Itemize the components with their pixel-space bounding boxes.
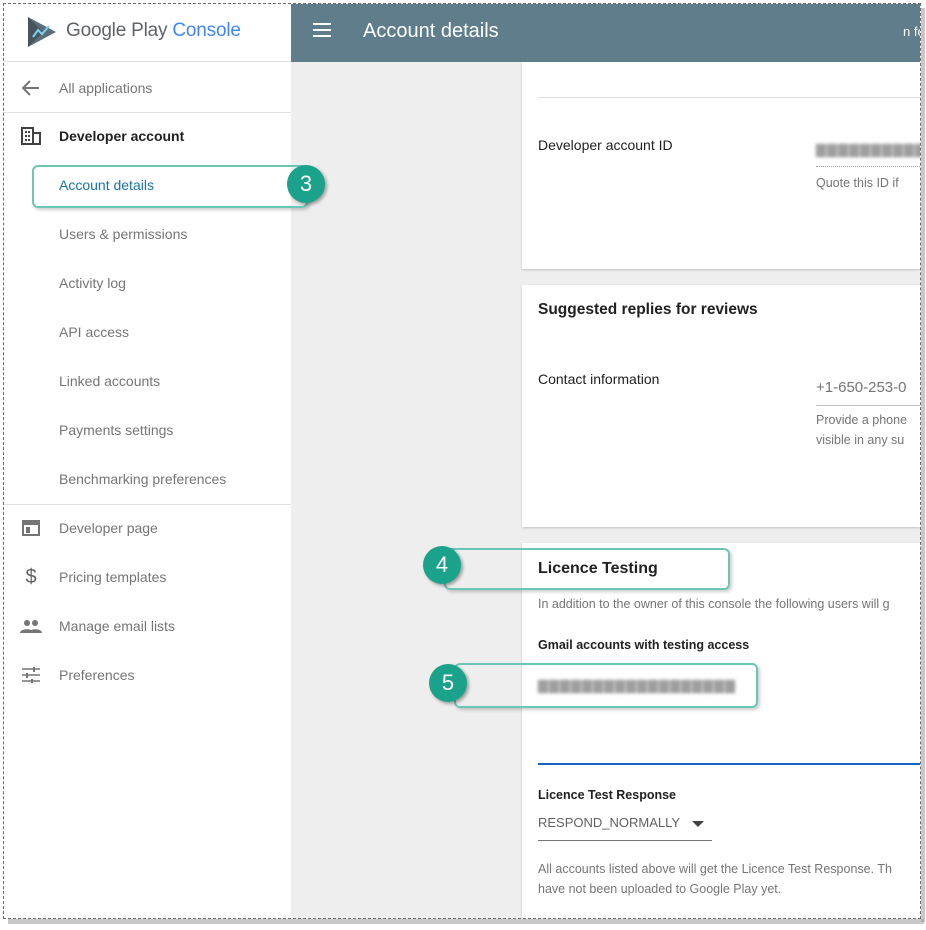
contact-phone-input[interactable]: +1-650-253-0 <box>816 379 906 396</box>
frame-shadow <box>8 919 924 924</box>
divider <box>538 97 920 98</box>
sidebar: Google Play Console All applications Dev… <box>4 4 291 918</box>
developer-account-id-label: Developer account ID <box>538 137 673 153</box>
suggested-replies-title: Suggested replies for reviews <box>538 301 758 318</box>
sidebar-section-label: Developer account <box>59 128 185 144</box>
licence-test-response-label: Licence Test Response <box>538 788 677 802</box>
licence-test-response-value: RESPOND_NORMALLY <box>538 815 681 830</box>
gmail-accounts-label: Gmail accounts with testing access <box>538 638 750 652</box>
sidebar-item-benchmarking-preferences[interactable]: Benchmarking preferences <box>4 455 291 503</box>
people-icon <box>20 615 42 637</box>
licence-test-response-help-line2: have not been uploaded to Google Play ye… <box>538 882 782 896</box>
sidebar-section-developer-account[interactable]: Developer account <box>4 112 291 160</box>
suggested-replies-card: Suggested replies for reviews Contact in… <box>522 285 920 527</box>
sidebar-item-preferences[interactable]: Preferences <box>4 651 291 699</box>
annotation-callout-3 <box>32 165 308 208</box>
contact-phone-help-line1: Provide a phone <box>816 413 908 427</box>
sidebar-item-label: Benchmarking preferences <box>59 471 227 487</box>
sidebar-item-manage-email-lists[interactable]: Manage email lists <box>4 602 291 650</box>
sidebar-item-pricing-templates[interactable]: $ Pricing templates <box>4 553 291 601</box>
main-content: Developer account ID ▇▇▇▇▇▇▇▇▇▇▇ Quote t… <box>291 62 920 918</box>
tune-icon <box>20 664 42 686</box>
logo-text: Google Play Console <box>66 20 241 42</box>
sidebar-item-label: Payments settings <box>59 422 174 438</box>
sidebar-item-label: Pricing templates <box>59 569 167 585</box>
account-fragment-text: n fo <box>903 24 920 39</box>
logo-name: Google Play <box>66 20 168 41</box>
building-icon <box>20 125 42 147</box>
annotation-badge-4: 4 <box>423 546 461 584</box>
dollar-icon: $ <box>25 565 37 588</box>
menu-icon[interactable] <box>313 23 335 43</box>
licence-test-response-help-line1: All accounts listed above will get the L… <box>538 862 892 876</box>
sidebar-item-label: All applications <box>59 80 153 96</box>
annotation-badge-3: 3 <box>287 165 325 203</box>
logo[interactable]: Google Play Console <box>4 4 291 62</box>
sidebar-item-activity-log[interactable]: Activity log <box>4 259 291 307</box>
annotation-badge-5: 5 <box>429 664 467 702</box>
sidebar-item-label: Linked accounts <box>59 373 161 389</box>
sidebar-item-label: Developer page <box>59 520 158 536</box>
licence-testing-description: In addition to the owner of this console… <box>538 597 890 611</box>
id-underline <box>816 166 920 167</box>
sidebar-item-api-access[interactable]: API access <box>4 308 291 356</box>
developer-account-id-help: Quote this ID if <box>816 176 899 190</box>
licence-testing-card: Licence Testing In addition to the owner… <box>522 543 920 918</box>
play-console-logo-icon <box>28 17 56 47</box>
annotation-callout-4 <box>444 548 730 590</box>
developer-account-id-value: ▇▇▇▇▇▇▇▇▇▇▇ <box>816 142 920 157</box>
sidebar-item-label: Activity log <box>59 275 126 291</box>
sidebar-item-payments-settings[interactable]: Payments settings <box>4 406 291 454</box>
page-title: Account details <box>363 20 499 42</box>
web-page-icon <box>20 517 42 539</box>
sidebar-item-label: Users & permissions <box>59 226 188 242</box>
licence-test-response-select[interactable]: RESPOND_NORMALLY <box>538 813 712 841</box>
sidebar-item-label: Preferences <box>59 667 135 683</box>
sidebar-item-linked-accounts[interactable]: Linked accounts <box>4 357 291 405</box>
logo-product: Console <box>172 20 241 41</box>
input-underline <box>816 405 920 406</box>
screenshot-frame: Google Play Console All applications Dev… <box>4 4 920 918</box>
sidebar-item-users-permissions[interactable]: Users & permissions <box>4 210 291 258</box>
contact-phone-help-line2: visible in any su <box>816 433 905 447</box>
chevron-down-icon <box>692 821 704 827</box>
sidebar-item-all-applications[interactable]: All applications <box>4 64 291 112</box>
annotation-callout-5 <box>454 663 758 708</box>
sidebar-item-label: Manage email lists <box>59 618 175 634</box>
account-id-card: Developer account ID ▇▇▇▇▇▇▇▇▇▇▇ Quote t… <box>522 62 920 269</box>
contact-information-label: Contact information <box>538 371 660 387</box>
input-focus-underline <box>538 763 920 765</box>
arrow-back-icon <box>20 77 42 99</box>
frame-shadow <box>921 8 925 922</box>
sidebar-item-developer-page[interactable]: Developer page <box>4 504 291 552</box>
sidebar-item-label: API access <box>59 324 130 340</box>
top-app-bar: Account details n fo <box>291 4 920 62</box>
